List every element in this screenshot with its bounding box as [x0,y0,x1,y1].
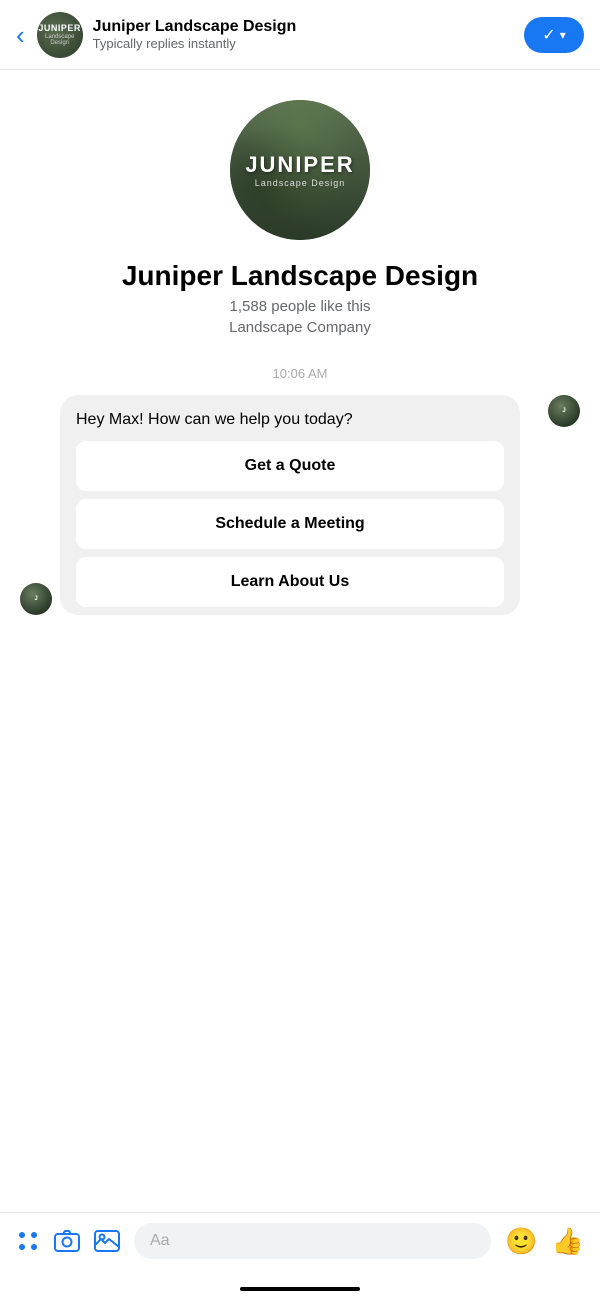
header-avatar-brand: JUNIPER [38,23,81,34]
home-indicator [240,1287,360,1291]
profile-avatar-brand: JUNIPER [245,152,354,178]
sender-avatar: J [20,583,52,615]
quick-reply-get-a-quote[interactable]: Get a Quote [76,441,504,491]
profile-avatar-tagline: Landscape Design [245,178,354,188]
thumbs-up-icon[interactable]: 👍 [552,1226,584,1257]
header-avatar-bg: JUNIPER Landscape Design [37,12,83,58]
message-timestamp: 10:06 AM [0,366,600,381]
profile-category: Landscape Company [229,319,371,336]
bottom-toolbar: Aa 🙂 👍 [0,1212,600,1269]
checkmark-icon: ✓ [542,25,555,45]
profile-name: Juniper Landscape Design [122,260,478,292]
right-side-avatar: J [548,395,580,427]
header-status: Typically replies instantly [93,36,524,51]
header: ‹ JUNIPER Landscape Design Juniper Lands… [0,0,600,70]
message-input[interactable]: Aa [134,1223,491,1259]
profile-avatar: JUNIPER Landscape Design [230,100,370,240]
message-bubble: Hey Max! How can we help you today? Get … [60,395,520,615]
chevron-down-icon: ▾ [560,28,566,42]
sender-avatar-label: J [34,596,37,602]
profile-likes: 1,588 people like this [230,298,371,315]
image-icon[interactable] [94,1230,120,1252]
profile-section: JUNIPER Landscape Design Juniper Landsca… [0,70,600,356]
header-action-button[interactable]: ✓ ▾ [524,17,584,53]
bubble-text: Hey Max! How can we help you today? [76,409,504,431]
header-business-name: Juniper Landscape Design [93,18,524,36]
message-row: J Hey Max! How can we help you today? Ge… [20,395,580,615]
right-avatar-label: J [562,408,565,414]
quick-reply-learn-about-us[interactable]: Learn About Us [76,557,504,607]
header-info: Juniper Landscape Design Typically repli… [93,18,524,51]
camera-icon[interactable] [54,1230,80,1252]
grid-icon[interactable] [16,1229,40,1253]
header-avatar: JUNIPER Landscape Design [37,12,83,58]
emoji-icon[interactable]: 🙂 [505,1226,537,1257]
quick-reply-schedule-a-meeting[interactable]: Schedule a Meeting [76,499,504,549]
back-button[interactable]: ‹ [16,22,25,48]
profile-avatar-label: JUNIPER Landscape Design [245,152,354,188]
chat-area: J Hey Max! How can we help you today? Ge… [0,395,600,615]
header-avatar-tagline: Landscape Design [37,34,83,46]
